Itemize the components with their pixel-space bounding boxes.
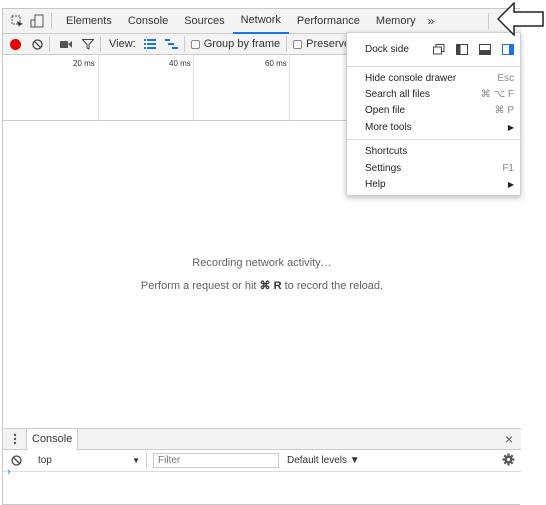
dock-left-icon[interactable] xyxy=(456,43,468,55)
toolbar-divider xyxy=(488,13,490,29)
menu-item-help[interactable]: Help ▶ xyxy=(365,176,514,192)
hint-suffix: to record the reload. xyxy=(284,280,384,292)
submenu-arrow-icon: ▶ xyxy=(507,122,514,132)
menu-item-search-all-files[interactable]: Search all files ⌘ ⌥ F xyxy=(365,86,514,102)
menu-item-shortcut: ⌘ ⌥ F xyxy=(480,88,514,100)
execution-context-select[interactable]: top ▼ xyxy=(34,453,144,469)
group-by-frame-label: Group by frame xyxy=(203,38,281,50)
group-by-frame-checkbox[interactable] xyxy=(190,39,200,49)
toolbar-divider xyxy=(146,452,147,469)
toolbar-divider xyxy=(183,36,185,52)
drawer-menu-icon[interactable] xyxy=(13,433,17,445)
tab-bar: Elements Console Sources Network Perform… xyxy=(3,9,521,34)
hint-prefix: Perform a request or hit xyxy=(140,280,257,292)
capture-screenshots-icon[interactable] xyxy=(60,40,73,49)
menu-item-label: Help xyxy=(365,178,386,190)
tab-network[interactable]: Network xyxy=(232,9,289,34)
large-rows-icon[interactable] xyxy=(143,39,156,49)
waterfall-overview-icon[interactable] xyxy=(164,39,178,49)
submenu-arrow-icon: ▶ xyxy=(507,179,514,189)
toolbar-divider xyxy=(100,36,101,52)
chevron-down-icon: ▼ xyxy=(132,456,140,465)
context-value: top xyxy=(38,455,52,466)
drawer-tab-console[interactable]: Console xyxy=(26,428,79,450)
menu-item-label: Settings xyxy=(365,162,402,174)
toolbar-divider xyxy=(49,36,50,52)
pointer-arrow-icon xyxy=(497,2,544,36)
menu-separator xyxy=(347,139,522,140)
clear-icon[interactable] xyxy=(32,38,43,50)
gear-icon[interactable] xyxy=(502,453,515,469)
menu-item-more-tools[interactable]: More tools ▶ xyxy=(365,119,514,135)
menu-separator xyxy=(347,66,522,67)
menu-item-hide-console-drawer[interactable]: Hide console drawer Esc xyxy=(365,70,514,86)
menu-item-shortcut: F1 xyxy=(502,162,514,174)
menu-item-label: Search all files xyxy=(365,88,431,100)
console-toolbar: top ▼ Default levels ▼ xyxy=(3,450,521,472)
menu-item-label: Open file xyxy=(365,104,406,116)
menu-item-shortcut: ⌘ P xyxy=(494,104,514,116)
menu-item-open-file[interactable]: Open file ⌘ P xyxy=(365,102,514,118)
menu-item-settings[interactable]: Settings F1 xyxy=(365,160,514,176)
timeline-label: 40 ms xyxy=(169,59,191,68)
dock-side-options xyxy=(433,43,514,55)
reload-hint: Perform a request or hit ⌘ R to record t… xyxy=(3,279,521,292)
undock-icon[interactable] xyxy=(433,43,445,55)
tab-elements[interactable]: Elements xyxy=(58,9,120,34)
recording-status-text: Recording network activity… xyxy=(192,257,332,269)
menu-item-shortcut: Esc xyxy=(497,72,514,84)
menu-item-label: More tools xyxy=(365,121,412,133)
tab-performance[interactable]: Performance xyxy=(289,9,368,34)
console-prompt[interactable]: › xyxy=(7,466,11,478)
hint-shortcut: ⌘ R xyxy=(259,280,282,292)
dock-bottom-icon[interactable] xyxy=(479,43,491,55)
customize-devtools-menu: Dock side Hide console drawer Esc Search… xyxy=(346,32,522,196)
clear-console-icon[interactable] xyxy=(11,455,22,466)
menu-item-label: Hide console drawer xyxy=(365,72,457,84)
menu-item-label: Shortcuts xyxy=(365,145,408,157)
device-toolbar-icon[interactable] xyxy=(29,13,45,29)
preserve-log-checkbox[interactable] xyxy=(293,39,303,49)
console-filter-input[interactable] xyxy=(153,453,279,468)
timeline-label: 20 ms xyxy=(73,59,95,68)
drawer-tab-bar: Console × xyxy=(3,428,521,450)
timeline-gridline xyxy=(289,55,290,121)
toolbar-divider xyxy=(286,36,288,52)
close-drawer-icon[interactable]: × xyxy=(505,431,513,447)
filter-icon[interactable] xyxy=(82,38,94,50)
timeline-label: 60 ms xyxy=(265,59,287,68)
timeline-gridline xyxy=(98,55,99,121)
record-icon[interactable] xyxy=(10,38,21,50)
inspect-element-icon[interactable] xyxy=(9,13,25,29)
tab-sources[interactable]: Sources xyxy=(176,9,232,34)
log-levels-select[interactable]: Default levels ▼ xyxy=(287,455,360,466)
more-tabs-button[interactable]: » xyxy=(424,9,439,34)
dock-side-label: Dock side xyxy=(365,43,409,55)
preserve-log-label: Preserve xyxy=(306,38,351,50)
view-label: View: xyxy=(109,38,136,50)
dock-right-icon[interactable] xyxy=(502,43,514,55)
toolbar-divider xyxy=(51,13,52,29)
timeline-gridline xyxy=(193,55,194,121)
dock-side-row: Dock side xyxy=(365,41,514,57)
tab-memory[interactable]: Memory xyxy=(368,9,424,34)
tab-console[interactable]: Console xyxy=(120,9,176,34)
menu-item-shortcuts[interactable]: Shortcuts xyxy=(365,143,514,159)
